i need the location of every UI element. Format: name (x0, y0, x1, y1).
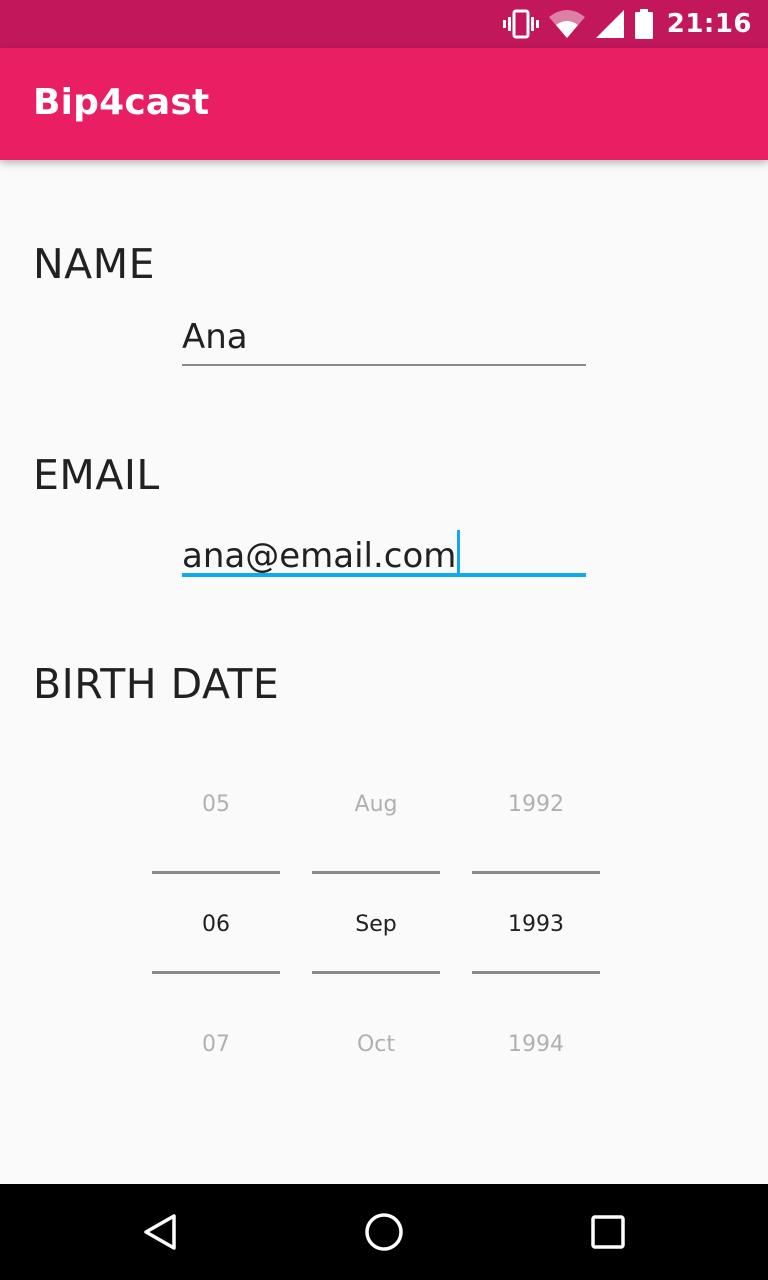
wifi-icon (548, 9, 585, 39)
email-field[interactable]: ana@email.com (182, 525, 586, 577)
year-selected[interactable]: 1993 (472, 914, 600, 936)
month-picker[interactable]: Aug Sep Oct (312, 770, 440, 1080)
email-field-underline (182, 573, 586, 577)
vibrate-icon (502, 9, 539, 39)
year-divider-top (472, 871, 600, 874)
day-picker[interactable]: 05 06 07 (152, 770, 280, 1080)
app-bar: Bip4cast (0, 48, 768, 160)
month-divider-top (312, 871, 440, 874)
year-divider-bottom (472, 971, 600, 974)
battery-icon (634, 9, 653, 39)
navigation-bar (0, 1184, 768, 1280)
status-icons: 21:16 (502, 0, 752, 48)
day-next[interactable]: 07 (152, 1034, 280, 1056)
signal-icon (595, 9, 625, 39)
day-divider-top (152, 871, 280, 874)
month-prev[interactable]: Aug (312, 794, 440, 816)
day-prev[interactable]: 05 (152, 794, 280, 816)
recents-button[interactable] (584, 1208, 632, 1256)
email-label: EMAIL (33, 451, 160, 499)
home-button[interactable] (360, 1208, 408, 1256)
status-bar: 21:16 (0, 0, 768, 48)
recents-icon (584, 1208, 632, 1256)
text-caret (457, 530, 461, 576)
month-selected[interactable]: Sep (312, 914, 440, 936)
month-divider-bottom (312, 971, 440, 974)
month-next[interactable]: Oct (312, 1034, 440, 1056)
year-prev[interactable]: 1992 (472, 794, 600, 816)
name-label: NAME (33, 240, 155, 288)
birth-date-label: BIRTH DATE (33, 660, 280, 708)
year-picker[interactable]: 1992 1993 1994 (472, 770, 600, 1080)
email-value-wrap: ana@email.com (182, 530, 461, 576)
name-field-underline (182, 364, 586, 366)
day-selected[interactable]: 06 (152, 914, 280, 936)
day-divider-bottom (152, 971, 280, 974)
back-icon (136, 1208, 184, 1256)
status-time: 21:16 (666, 9, 752, 39)
name-value: Ana (182, 317, 248, 357)
back-button[interactable] (136, 1208, 184, 1256)
email-value: ana@email.com (182, 536, 457, 576)
home-icon (360, 1208, 408, 1256)
name-field[interactable]: Ana (182, 314, 586, 366)
year-next[interactable]: 1994 (472, 1034, 600, 1056)
app-title: Bip4cast (33, 82, 210, 123)
